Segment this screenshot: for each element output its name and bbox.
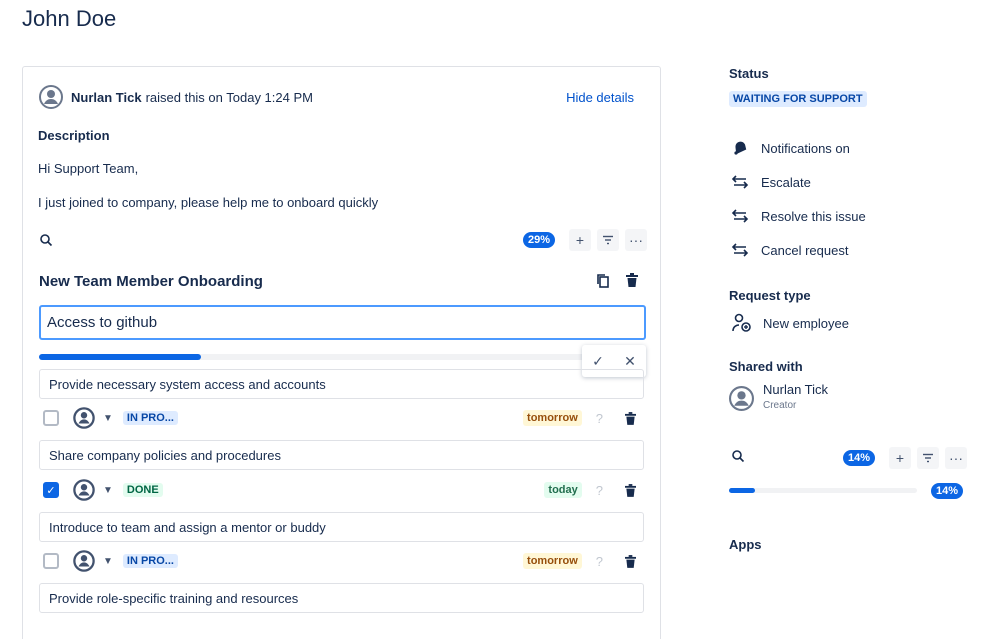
action-cancel[interactable]: Cancel request bbox=[731, 242, 848, 258]
more-icon[interactable]: ··· bbox=[625, 229, 647, 251]
filter-icon[interactable] bbox=[917, 447, 939, 469]
checklist-item-meta: ▼ IN PRO... tomorrow ? bbox=[39, 547, 644, 575]
status-heading: Status bbox=[729, 66, 769, 81]
sidebar-progress-bar bbox=[729, 488, 917, 493]
checklist-toolbar: 29% + ··· bbox=[37, 227, 647, 253]
checklist-title: New Team Member Onboarding bbox=[39, 273, 263, 290]
item-due-date[interactable]: today bbox=[544, 482, 582, 498]
copy-icon[interactable] bbox=[596, 273, 610, 289]
action-label: Notifications on bbox=[761, 140, 850, 156]
item-status[interactable]: IN PRO... bbox=[122, 554, 178, 568]
item-due-date[interactable]: tomorrow bbox=[523, 553, 582, 569]
user-avatar-icon[interactable] bbox=[73, 479, 95, 501]
sidebar-progress-label: 14% bbox=[931, 483, 964, 499]
action-label: Resolve this issue bbox=[761, 208, 866, 224]
request-type: New employee bbox=[731, 313, 849, 333]
progress-badge: 29% bbox=[522, 232, 555, 248]
item-checkbox[interactable]: ✓ bbox=[43, 482, 59, 498]
checklist-progress-bar bbox=[39, 354, 599, 360]
request-type-heading: Request type bbox=[729, 288, 811, 303]
hide-details-link[interactable]: Hide details bbox=[566, 90, 634, 105]
action-label: Escalate bbox=[761, 174, 811, 190]
item-due-date[interactable]: tomorrow bbox=[523, 410, 582, 426]
checklist-item-text[interactable]: Provide necessary system access and acco… bbox=[39, 369, 644, 399]
checklist-progress-fill bbox=[39, 354, 202, 360]
request-card: Nurlan Tick raised this on Today 1:24 PM… bbox=[22, 66, 661, 639]
checklist-item-meta: ▼ IN PRO... tomorrow ? bbox=[39, 404, 644, 432]
swap-icon bbox=[731, 243, 749, 257]
trash-icon[interactable] bbox=[625, 483, 636, 497]
shared-user: Nurlan Tick Creator bbox=[729, 382, 828, 411]
item-status[interactable]: DONE bbox=[122, 483, 163, 497]
help-icon[interactable]: ? bbox=[596, 411, 603, 426]
user-avatar-icon[interactable] bbox=[73, 407, 95, 429]
description-heading: Description bbox=[38, 128, 110, 143]
apps-heading: Apps bbox=[729, 537, 762, 552]
status-badge[interactable]: WAITING FOR SUPPORT bbox=[729, 91, 867, 107]
search-icon[interactable] bbox=[731, 449, 745, 468]
raiser-name: Nurlan Tick bbox=[71, 89, 142, 105]
search-icon[interactable] bbox=[37, 231, 55, 249]
raiser-line: Nurlan Tick raised this on Today 1:24 PM bbox=[39, 85, 313, 109]
more-icon[interactable]: ··· bbox=[945, 447, 967, 469]
action-escalate[interactable]: Escalate bbox=[731, 174, 811, 190]
sidebar-checklist-toolbar: 14% + ··· bbox=[731, 446, 967, 470]
trash-icon[interactable] bbox=[625, 554, 636, 568]
filter-icon[interactable] bbox=[597, 229, 619, 251]
progress-badge: 14% bbox=[842, 450, 875, 466]
request-type-value: New employee bbox=[763, 315, 849, 331]
item-checkbox[interactable] bbox=[43, 410, 59, 426]
trash-icon[interactable] bbox=[625, 411, 636, 425]
item-status[interactable]: IN PRO... bbox=[122, 411, 178, 425]
shared-with-heading: Shared with bbox=[729, 359, 803, 374]
help-icon[interactable]: ? bbox=[596, 483, 603, 498]
chevron-down-icon[interactable]: ▼ bbox=[103, 556, 113, 567]
trash-icon[interactable] bbox=[626, 273, 638, 287]
chevron-down-icon[interactable]: ▼ bbox=[103, 485, 113, 496]
page-title: John Doe bbox=[22, 6, 117, 31]
description-line: I just joined to company, please help me… bbox=[38, 195, 379, 210]
checklist-item-meta: ✓ ▼ DONE today ? bbox=[39, 476, 644, 504]
plus-icon[interactable]: + bbox=[569, 229, 591, 251]
user-avatar-icon bbox=[39, 85, 63, 109]
user-avatar-icon bbox=[729, 386, 754, 411]
action-notifications[interactable]: Notifications on bbox=[731, 140, 850, 156]
action-label: Cancel request bbox=[761, 242, 849, 258]
checklist-item-edit-input[interactable] bbox=[39, 305, 646, 340]
help-icon[interactable]: ? bbox=[596, 554, 603, 569]
checklist-item-text[interactable]: Introduce to team and assign a mentor or… bbox=[39, 512, 644, 542]
plus-icon[interactable]: + bbox=[889, 447, 911, 469]
shared-user-role: Creator bbox=[763, 400, 797, 411]
description-line: Hi Support Team, bbox=[38, 161, 139, 176]
raised-text: raised this on Today 1:24 PM bbox=[145, 89, 313, 105]
item-checkbox[interactable] bbox=[43, 553, 59, 569]
user-avatar-icon[interactable] bbox=[73, 550, 95, 572]
new-employee-icon bbox=[732, 313, 751, 332]
swap-icon bbox=[731, 175, 749, 189]
sidebar-progress-fill bbox=[729, 488, 756, 493]
checklist-item-text[interactable]: Share company policies and procedures bbox=[39, 440, 644, 470]
swap-icon bbox=[731, 209, 749, 223]
chevron-down-icon[interactable]: ▼ bbox=[103, 413, 113, 424]
shared-user-name: Nurlan Tick bbox=[763, 382, 829, 397]
checklist-item-text[interactable]: Provide role-specific training and resou… bbox=[39, 583, 644, 613]
bell-icon bbox=[734, 141, 747, 155]
action-resolve[interactable]: Resolve this issue bbox=[731, 208, 866, 224]
